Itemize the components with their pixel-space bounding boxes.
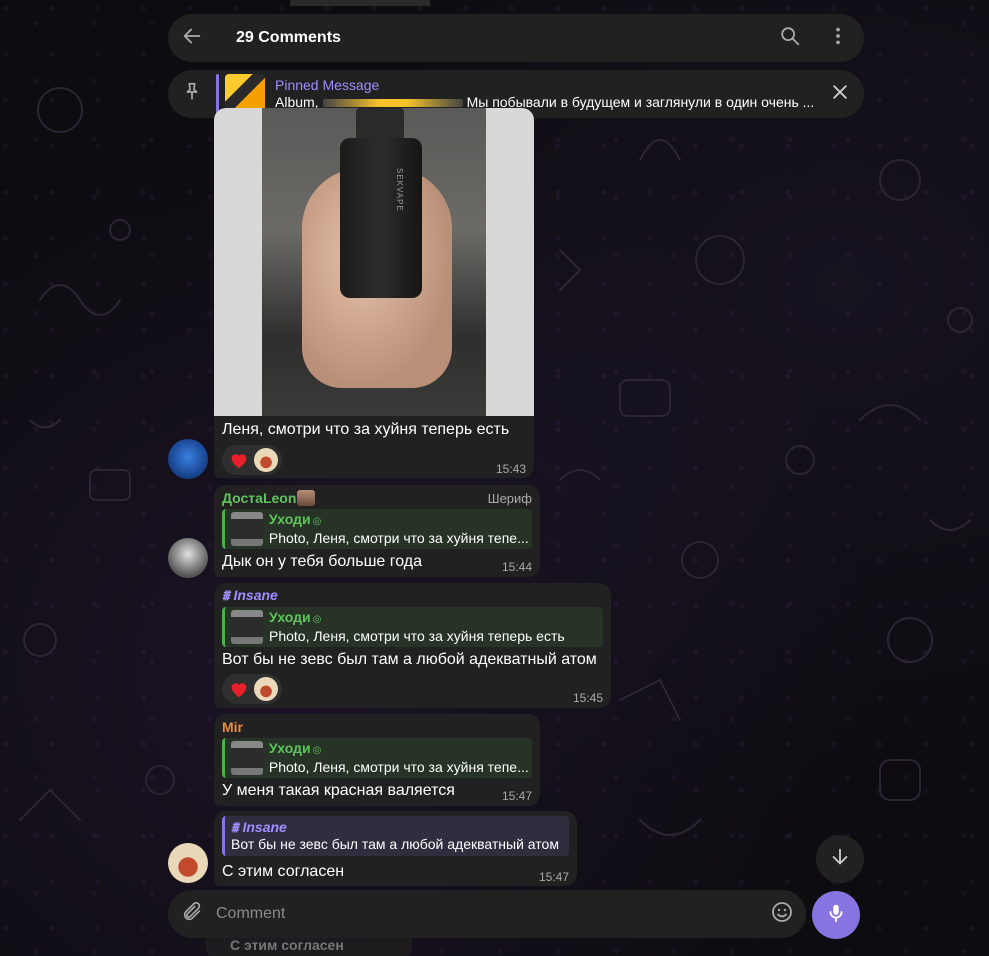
message-text: Вот бы не зевс был там а любой адекватны… [222, 651, 597, 668]
reply-text: Photo, Леня, смотри что за хуйня теперь … [269, 628, 565, 644]
more-vertical-icon [827, 25, 849, 52]
message-text: Дык он у тебя больше года [222, 553, 423, 570]
message[interactable]: ⩩ Insane Вот бы не зевс был там а любой а… [214, 811, 577, 886]
reaction-heart[interactable] [222, 445, 282, 475]
voice-record-button[interactable] [812, 891, 860, 939]
message[interactable]: Mir Уходи ◎ Photo, Леня, смотри что за ху… [214, 714, 540, 806]
emoji-button[interactable] [762, 890, 802, 938]
sender-name[interactable]: ⩩ Insane [222, 587, 278, 604]
reactor-avatar [254, 677, 278, 701]
message-time: 15:44 [502, 560, 533, 574]
close-pinned-button[interactable] [816, 70, 864, 118]
sender-name[interactable]: ДостаLeon [222, 490, 296, 506]
reaction-heart[interactable] [222, 674, 282, 704]
reply-quote[interactable]: Уходи ◎ Photo, Леня, смотри что за хуйня … [222, 607, 603, 647]
status-icon: ◎ [312, 614, 322, 625]
message[interactable]: ⩩ Insane Уходи ◎ Photo, Леня, смотри что з… [214, 583, 611, 708]
reply-author: Уходи ◎ [268, 511, 322, 527]
reply-text: Photo, Леня, смотри что за хуйня тепе... [268, 530, 529, 546]
reply-thumbnail [231, 512, 263, 546]
message-time: 15:45 [573, 691, 604, 705]
reply-quote[interactable]: Уходи ◎ Photo, Леня, смотри что за хуйня … [222, 738, 532, 778]
attach-button[interactable] [168, 890, 216, 938]
photo-device [340, 138, 422, 298]
search-button[interactable] [766, 14, 814, 62]
reply-author: ⩩ Insane [231, 819, 287, 835]
scroll-down-button[interactable] [816, 835, 864, 883]
status-icon: ◎ [312, 516, 322, 527]
reply-thumbnail [231, 741, 263, 775]
message-text: Леня, смотри что за хуйня теперь есть [222, 421, 510, 438]
more-menu-button[interactable] [814, 14, 862, 62]
reactions [222, 445, 282, 475]
previous-message-edge [290, 0, 430, 6]
message-time: 15:47 [502, 789, 533, 803]
page-title: 29 Comments [236, 29, 341, 46]
arrow-left-icon [181, 25, 203, 52]
message-text: У меня такая красная валяется [222, 782, 455, 799]
status-icon: ◎ [312, 745, 322, 756]
chat-header: 29 Comments [168, 14, 864, 62]
close-icon [830, 82, 850, 107]
message[interactable]: ДостаLeon Шериф Уходи ◎ Photo, Леня, смот… [214, 485, 540, 577]
message-photo[interactable]: SEKVAPE [214, 108, 534, 416]
microphone-icon [825, 902, 847, 929]
reply-thumbnail [231, 610, 263, 644]
avatar[interactable] [168, 439, 208, 479]
arrow-down-icon [829, 846, 851, 873]
photo-message[interactable]: SEKVAPE Леня, смотри что за хуйня теперь… [214, 108, 534, 478]
comment-input[interactable] [216, 905, 762, 923]
heart-icon [228, 678, 250, 700]
paperclip-icon [181, 901, 203, 928]
reactions [222, 674, 282, 704]
message-text: С этим согласен [222, 863, 345, 880]
pinned-label: Pinned Message [275, 77, 380, 93]
reply-author: Уходи ◎ [269, 609, 322, 625]
smile-icon [770, 900, 794, 929]
pinned-inline-image [322, 99, 463, 108]
message-time: 15:43 [496, 462, 527, 476]
sender-emoji-icon [297, 490, 315, 506]
reply-author: Уходи ◎ [268, 740, 322, 756]
avatar[interactable] [168, 669, 208, 709]
back-button[interactable] [168, 14, 216, 62]
reply-text: Photo, Леня, смотри что за хуйня тепе... [268, 759, 529, 775]
sender-badge-icon: ⩩ [231, 819, 239, 835]
avatar[interactable] [168, 538, 208, 578]
message-composer [168, 890, 806, 938]
reply-text: Вот бы не зевс был там а любой адекватны… [231, 836, 559, 852]
sender-badge-icon: ⩩ [222, 587, 230, 603]
avatar[interactable] [168, 843, 208, 883]
sender-name[interactable]: Mir [222, 719, 243, 735]
pin-list-button[interactable] [168, 70, 216, 118]
heart-icon [228, 449, 250, 471]
pinned-content: Pinned Message Album, Мы побывали в будущ… [275, 77, 815, 111]
reactor-avatar [254, 448, 278, 472]
member-role: Шериф [487, 491, 532, 506]
pin-icon [181, 81, 203, 108]
search-icon [779, 25, 801, 52]
photo-device-label: SEKVAPE [395, 168, 404, 212]
reply-quote[interactable]: ⩩ Insane Вот бы не зевс был там а любой а… [222, 816, 569, 856]
reply-quote[interactable]: Уходи ◎ Photo, Леня, смотри что за хуйня … [222, 509, 532, 549]
message-time: 15:47 [539, 870, 570, 884]
